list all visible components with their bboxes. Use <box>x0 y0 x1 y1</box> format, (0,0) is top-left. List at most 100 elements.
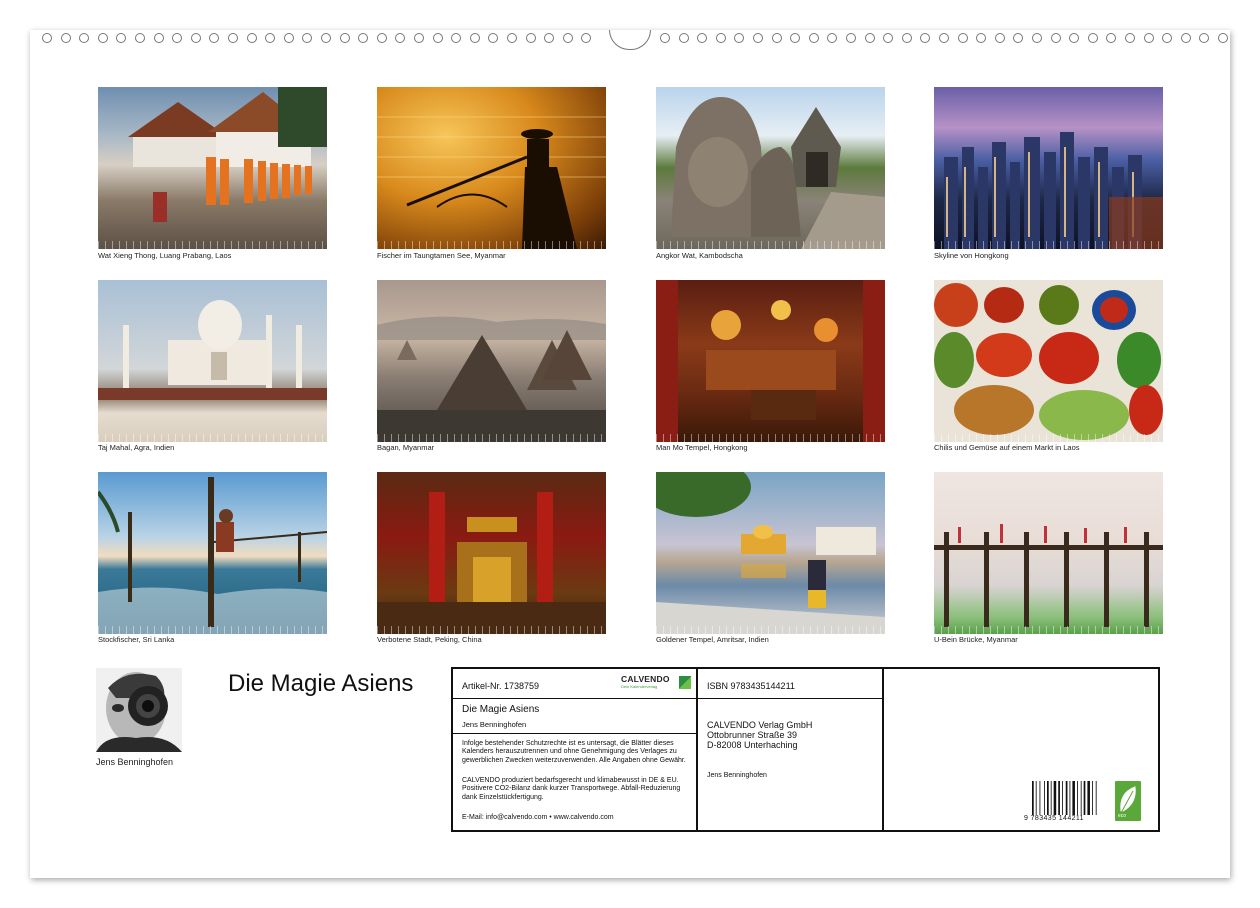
photo-goldener-tempel <box>656 472 885 634</box>
photo-hongkong-skyline <box>934 87 1163 249</box>
caption-11: Goldener Tempel, Amritsar, Indien <box>656 635 769 644</box>
barcode-image <box>1032 781 1097 815</box>
binding-ring <box>1162 33 1173 43</box>
binding-ring <box>544 33 555 43</box>
stone-faces-gate-image <box>671 97 885 249</box>
bagan-temples-image <box>377 316 606 442</box>
city-skyline-image <box>944 132 1163 249</box>
binding-ring <box>358 33 369 43</box>
binding-ring <box>302 33 313 43</box>
binding-ring <box>581 33 592 43</box>
binding-ring <box>469 33 480 43</box>
barcode-digits: 9 783435 144211 <box>1024 815 1084 822</box>
caption-2: Fischer im Taungtamen See, Myanmar <box>377 251 506 260</box>
caption-6: Bagan, Myanmar <box>377 443 435 452</box>
binding-ring <box>771 33 782 43</box>
throne-hall-image <box>377 492 606 634</box>
binding-ring <box>864 33 875 43</box>
binding-ring <box>79 33 90 43</box>
binding-ring <box>1199 33 1210 43</box>
binding-ring <box>883 33 894 43</box>
caption-8: Chilis und Gemüse auf einem Markt in Lao… <box>934 443 1080 452</box>
photo-chilis-markt <box>934 280 1163 442</box>
binding-ring <box>190 33 201 43</box>
binding-ring <box>1087 33 1098 43</box>
eco-label-text: eco <box>1118 813 1127 819</box>
binding-ring <box>562 33 573 43</box>
binding-ring <box>488 33 499 43</box>
binding-ring <box>697 33 708 43</box>
binding-ring <box>321 33 331 43</box>
binding-ring <box>97 33 108 43</box>
caption-4: Skyline von Hongkong <box>934 251 1009 260</box>
binding-ring <box>395 33 406 43</box>
binding-ring <box>715 33 726 43</box>
photo-man-mo-tempel <box>656 280 885 442</box>
publisher-street: Ottobrunner Straße 39 <box>707 730 798 740</box>
binding-ring <box>678 33 689 43</box>
binding-ring <box>957 33 968 43</box>
photo-taj-mahal <box>98 280 327 442</box>
binding-ring <box>1050 33 1061 43</box>
binding-ring <box>60 33 71 43</box>
caption-7: Man Mo Tempel, Hongkong <box>656 443 748 452</box>
author-portrait <box>96 668 182 752</box>
author-name: Jens Benninghofen <box>96 757 174 767</box>
calvendo-logo: CALVENDO Dein Kalenderverlag <box>621 674 691 692</box>
binding-ring <box>901 33 912 43</box>
taj-mahal-image <box>98 300 327 400</box>
caption-12: U-Bein Brücke, Myanmar <box>934 635 1018 644</box>
binding-ring <box>432 33 443 43</box>
article-number: Artikel-Nr. 1738759 <box>462 681 540 691</box>
calvendo-logo-icon <box>679 676 691 689</box>
golden-temple-image <box>656 472 885 634</box>
binding-ring <box>283 33 294 43</box>
photo-stockfischer <box>98 472 327 634</box>
binding-ring <box>734 33 745 43</box>
binding-ring <box>1032 33 1042 43</box>
temple-monks-image <box>128 87 327 222</box>
temple-interior-image <box>656 280 885 442</box>
binding-ring <box>507 33 517 43</box>
publisher-name: CALVENDO Verlag GmbH <box>707 720 813 730</box>
binding-ring <box>209 33 220 43</box>
isbn: ISBN 9783435144211 <box>707 681 795 691</box>
binding-ring <box>994 33 1005 43</box>
photo-bagan <box>377 280 606 442</box>
binding-ring <box>1013 33 1024 43</box>
binding-ring <box>451 33 462 43</box>
photo-verbotene-stadt <box>377 472 606 634</box>
binding-ring <box>1125 33 1135 43</box>
binding-ring <box>753 33 763 43</box>
publisher-author: Jens Benninghofen <box>707 772 767 779</box>
binding-ring <box>1143 33 1154 43</box>
info-column-2: ISBN 9783435144211 CALVENDO Verlag GmbH … <box>698 669 884 830</box>
info-column-1: Artikel-Nr. 1738759 CALVENDO Dein Kalend… <box>453 669 698 830</box>
photo-angkor-wat <box>656 87 885 249</box>
binding-ring <box>1180 33 1191 43</box>
binding-ring <box>172 33 183 43</box>
caption-1: Wat Xieng Thong, Luang Prabang, Laos <box>98 251 232 260</box>
binding-ring <box>660 33 670 43</box>
stilt-fisherman-image <box>98 477 327 634</box>
binding-ring <box>1218 33 1228 43</box>
caption-5: Taj Mahal, Agra, Indien <box>98 443 175 452</box>
binding-ring <box>246 33 257 43</box>
binding-ring <box>790 33 801 43</box>
contact-info: E-Mail: info@calvendo.com • www.calvendo… <box>462 814 614 821</box>
binding-ring <box>1106 33 1117 43</box>
publisher-city: D-82008 Unterhaching <box>707 740 798 750</box>
calendar-title: Die Magie Asiens <box>228 670 414 697</box>
market-chilis-image <box>934 283 1163 440</box>
caption-9: Stockfischer, Sri Lanka <box>98 635 175 644</box>
binding-ring <box>42 33 52 43</box>
fisherman-silhouette-image <box>377 116 606 249</box>
info-column-3: 9 783435 144211 eco <box>884 669 1158 830</box>
climate-notice: CALVENDO produziert bedarfsgerecht und k… <box>462 777 681 801</box>
binding-ring <box>939 33 949 43</box>
info-author: Jens Benninghofen <box>462 720 527 729</box>
binding-ring <box>153 33 164 43</box>
binding-ring <box>976 33 987 43</box>
legal-notice: Infolge bestehender Schutzrechte ist es … <box>462 740 686 764</box>
binding-ring <box>414 33 424 43</box>
